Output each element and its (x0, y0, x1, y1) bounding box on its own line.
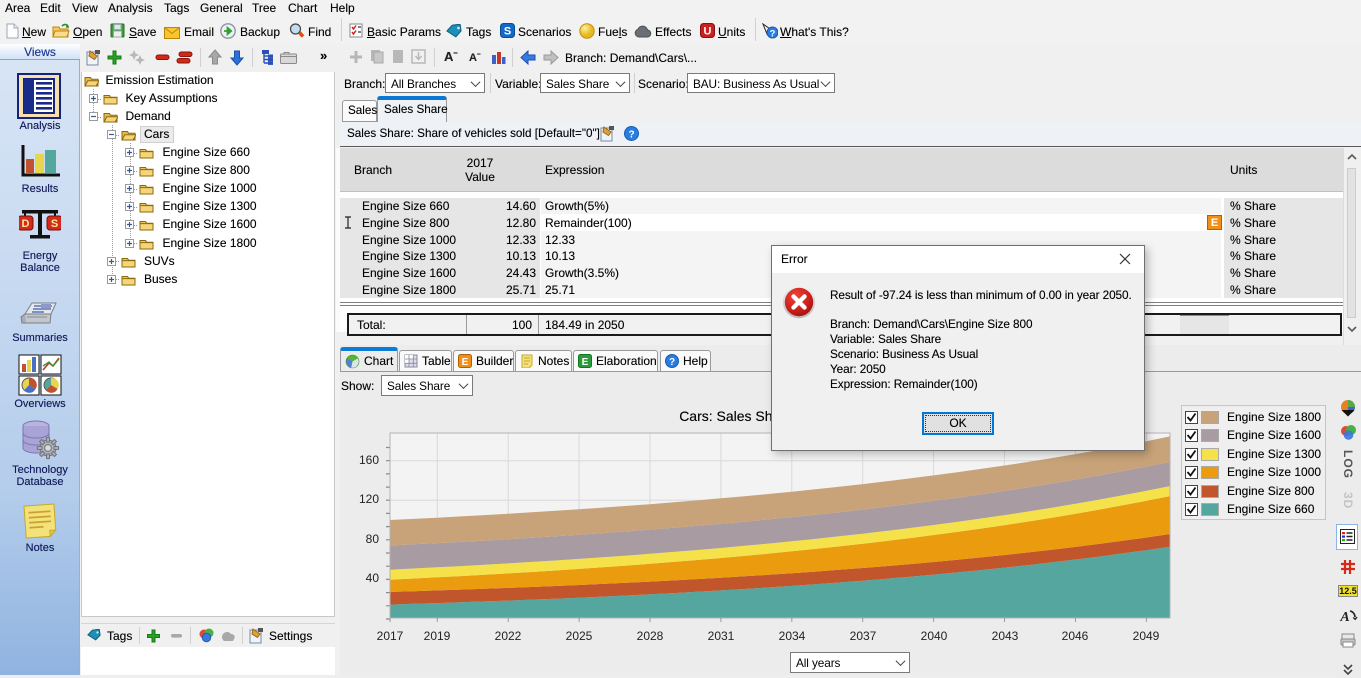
svg-text:?: ? (669, 357, 675, 368)
svg-text:E: E (462, 357, 469, 368)
svg-text:?: ? (628, 130, 634, 141)
svg-text:S: S (504, 26, 511, 38)
svg-text:?: ? (770, 29, 776, 40)
svg-text:S: S (51, 218, 58, 230)
svg-text:E: E (582, 357, 589, 368)
svg-text:U: U (704, 26, 712, 38)
svg-text:D: D (22, 218, 30, 230)
svg-text:A: A (1339, 610, 1349, 625)
